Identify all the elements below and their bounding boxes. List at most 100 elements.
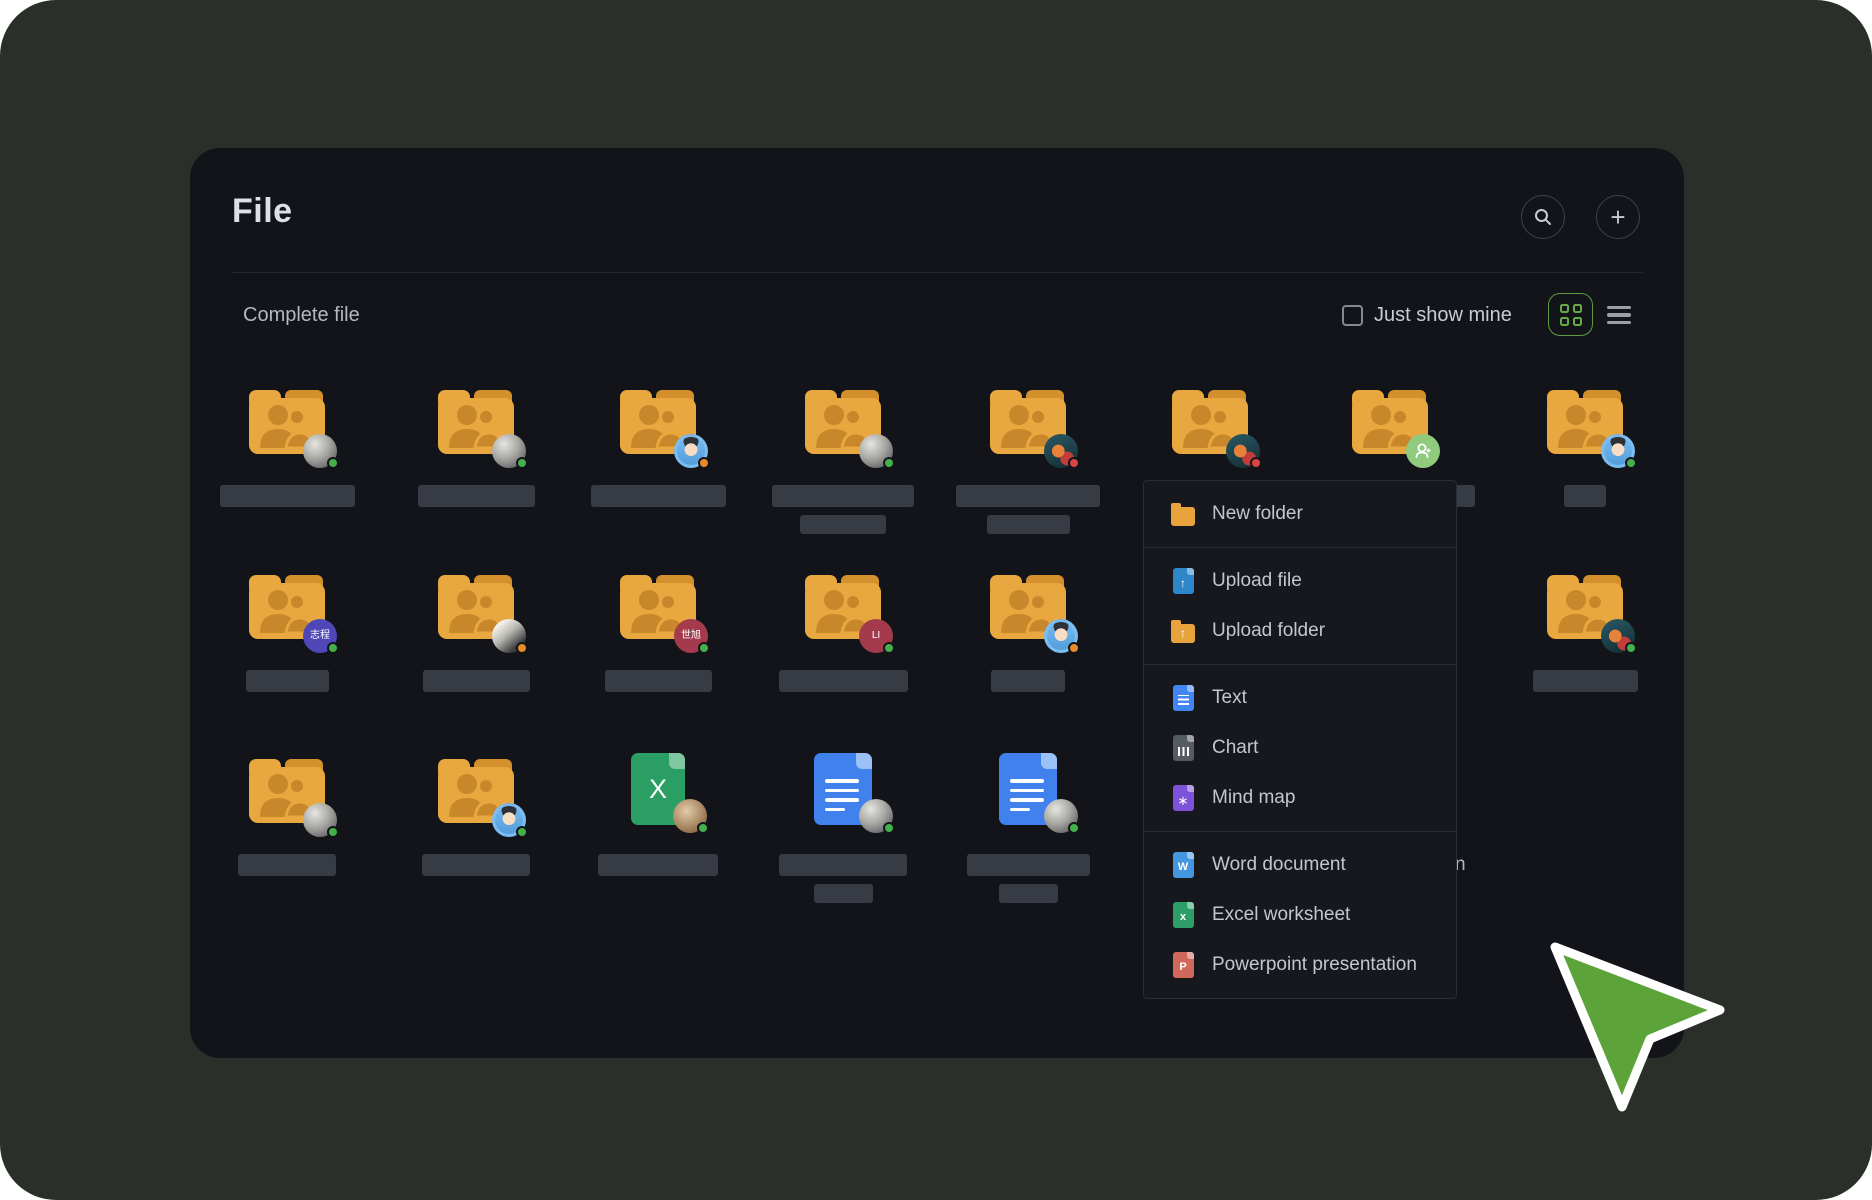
menu-upload-file-icon: ↑ — [1171, 568, 1195, 595]
file-name-placeholder — [220, 485, 355, 507]
menu-text-icon — [1171, 685, 1195, 712]
shared-folder-item[interactable] — [941, 573, 1115, 692]
search-icon — [1533, 207, 1553, 227]
menu-item-mind-map[interactable]: ∗ Mind map — [1144, 773, 1456, 823]
shared-folder-item[interactable] — [389, 757, 563, 876]
menu-new-folder-icon — [1171, 501, 1195, 528]
page-title: File — [232, 192, 293, 231]
menu-excel-worksheet-icon: x — [1171, 902, 1195, 929]
menu-item-label: Excel worksheet — [1212, 904, 1350, 926]
menu-upload-folder-icon: ↑ — [1171, 618, 1195, 645]
file-name-placeholder — [423, 670, 530, 692]
shared-folder-item[interactable] — [1498, 573, 1672, 692]
file-name-placeholder — [246, 670, 329, 692]
file-manager-window: File + Complete file Just show mine 志程 世旭… — [190, 148, 1684, 1058]
doc-file-item[interactable] — [756, 757, 930, 903]
shared-folder-item[interactable] — [389, 573, 563, 692]
menu-group: New folder — [1144, 481, 1456, 547]
document-icon — [814, 753, 872, 825]
excel-file-item[interactable]: X — [571, 757, 745, 876]
shared-folder-icon — [1170, 388, 1250, 456]
status-dot-green — [327, 826, 339, 838]
menu-group: Text Chart ∗ Mind map — [1144, 664, 1456, 831]
list-view-icon — [1607, 306, 1631, 310]
menu-item-powerpoint-presentation[interactable]: PPowerpoint presentation — [1144, 940, 1456, 990]
status-dot-green — [883, 457, 895, 469]
shared-folder-item[interactable] — [200, 757, 374, 876]
shared-folder-item[interactable] — [389, 388, 563, 507]
menu-item-label: Text — [1212, 687, 1247, 709]
file-name-placeholder — [422, 854, 530, 876]
status-dot-green — [698, 642, 710, 654]
status-dot-green — [1625, 642, 1637, 654]
file-name-placeholder — [605, 670, 712, 692]
shared-folder-item[interactable]: 世旭 — [571, 573, 745, 692]
menu-item-excel-worksheet[interactable]: x Excel worksheet — [1144, 890, 1456, 940]
section-label: Complete file — [243, 304, 360, 327]
shared-folder-item[interactable] — [1498, 388, 1672, 507]
menu-item-label: Upload file — [1212, 570, 1302, 592]
shared-folder-icon: LI — [803, 573, 883, 641]
shared-folder-item[interactable]: 志程 — [200, 573, 374, 692]
menu-item-label: New folder — [1212, 503, 1303, 525]
doc-file-item[interactable] — [941, 757, 1115, 903]
menu-item-word-document[interactable]: WWord document — [1144, 840, 1456, 890]
shared-folder-icon — [247, 757, 327, 825]
shared-folder-icon — [436, 573, 516, 641]
file-name-placeholder — [999, 884, 1058, 903]
menu-item-label: Mind map — [1212, 787, 1295, 809]
menu-mind-map-icon: ∗ — [1171, 785, 1195, 812]
status-dot-red — [1250, 457, 1262, 469]
shared-folder-icon — [436, 757, 516, 825]
grid-view-button[interactable] — [1548, 293, 1593, 336]
menu-item-new-folder[interactable]: New folder — [1144, 489, 1456, 539]
just-show-mine-label[interactable]: Just show mine — [1374, 304, 1512, 327]
just-show-mine-checkbox[interactable] — [1342, 305, 1363, 326]
file-name-placeholder — [987, 515, 1070, 534]
status-dot-green — [883, 642, 895, 654]
shared-folder-icon: 志程 — [247, 573, 327, 641]
status-dot-green — [1625, 457, 1637, 469]
excel-icon: X — [631, 753, 685, 825]
file-name-placeholder — [772, 485, 914, 507]
file-name-placeholder — [238, 854, 336, 876]
shared-folder-icon — [247, 388, 327, 456]
shared-folder-icon — [1545, 388, 1625, 456]
menu-group: ↑ Upload file ↑ Upload folder — [1144, 547, 1456, 664]
menu-item-text[interactable]: Text — [1144, 673, 1456, 723]
menu-item-chart[interactable]: Chart — [1144, 723, 1456, 773]
header-divider — [232, 272, 1643, 273]
menu-chart-icon — [1171, 735, 1195, 762]
shared-folder-icon: 世旭 — [618, 573, 698, 641]
document-icon — [999, 753, 1057, 825]
file-name-placeholder — [991, 670, 1065, 692]
status-dot-green — [516, 826, 528, 838]
cursor-pointer — [1545, 935, 1745, 1125]
add-button[interactable]: + — [1596, 195, 1640, 239]
menu-item-label: Word document — [1212, 854, 1346, 876]
menu-powerpoint-presentation-icon: P — [1171, 952, 1195, 979]
menu-item-label: Upload folder — [1212, 620, 1325, 642]
menu-item-upload-file[interactable]: ↑ Upload file — [1144, 556, 1456, 606]
file-name-placeholder — [591, 485, 726, 507]
shared-folder-item[interactable] — [756, 388, 930, 534]
grid-view-icon — [1560, 304, 1582, 326]
shared-folder-item[interactable] — [571, 388, 745, 507]
status-dot-green — [327, 457, 339, 469]
status-dot-green — [1068, 822, 1080, 834]
search-button[interactable] — [1521, 195, 1565, 239]
shared-folder-item[interactable] — [200, 388, 374, 507]
shared-folder-item[interactable]: LI — [756, 573, 930, 692]
context-menu: New folder ↑ Upload file ↑ Upload folder Text… — [1143, 480, 1457, 999]
menu-item-upload-folder[interactable]: ↑ Upload folder — [1144, 606, 1456, 656]
shared-folder-icon — [988, 388, 1068, 456]
file-name-placeholder — [800, 515, 886, 534]
file-name-placeholder — [956, 485, 1100, 507]
status-dot-red — [1068, 457, 1080, 469]
shared-folder-icon — [1350, 388, 1430, 456]
file-name-placeholder — [967, 854, 1090, 876]
shared-folder-item[interactable] — [941, 388, 1115, 534]
file-name-placeholder — [1533, 670, 1638, 692]
shared-folder-icon — [988, 573, 1068, 641]
list-view-button[interactable] — [1607, 301, 1631, 329]
